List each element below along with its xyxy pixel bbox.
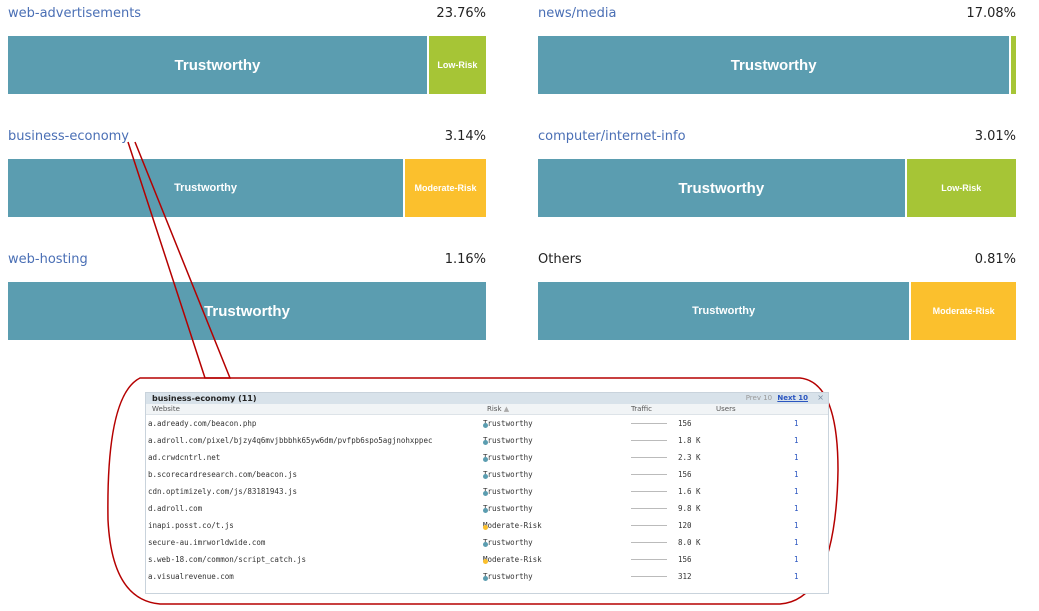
risk-dot-icon bbox=[483, 423, 488, 428]
risk-cell: Trustworthy bbox=[483, 436, 533, 445]
risk-dot-icon bbox=[483, 440, 488, 445]
risk-dot-icon bbox=[483, 474, 488, 479]
risk-dot-icon bbox=[483, 508, 488, 513]
traffic-bar bbox=[631, 542, 667, 543]
table-body: a.adready.com/beacon.php Trustworthy 156 1 a… bbox=[146, 415, 828, 585]
detail-panel: business-economy (11) Prev 10 Next 10 × … bbox=[145, 392, 829, 594]
traffic-cell: 156 bbox=[678, 470, 692, 479]
risk-cell: Trustworthy bbox=[483, 453, 533, 462]
website-cell: inapi.posst.co/t.js bbox=[148, 521, 234, 530]
table-row[interactable]: a.visualrevenue.com Trustworthy 312 1 bbox=[146, 568, 828, 585]
traffic-cell: 156 bbox=[678, 555, 692, 564]
traffic-bar bbox=[631, 423, 667, 424]
risk-dot-icon bbox=[483, 457, 488, 462]
sort-up-icon: ▲ bbox=[503, 405, 510, 413]
risk-dot-icon bbox=[483, 491, 488, 496]
risk-cell: Trustworthy bbox=[483, 419, 533, 428]
traffic-bar bbox=[631, 576, 667, 577]
traffic-bar bbox=[631, 491, 667, 492]
traffic-cell: 156 bbox=[678, 419, 692, 428]
next-button[interactable]: Next 10 bbox=[777, 394, 808, 402]
traffic-bar bbox=[631, 457, 667, 458]
website-cell: ad.crwdcntrl.net bbox=[148, 453, 221, 462]
users-cell[interactable]: 1 bbox=[794, 436, 799, 445]
table-row[interactable]: cdn.optimizely.com/js/83181943.js Trustwo… bbox=[146, 483, 828, 500]
risk-cell: Moderate-Risk bbox=[483, 521, 542, 530]
website-cell: s.web-18.com/common/script_catch.js bbox=[148, 555, 307, 564]
traffic-cell: 8.0 K bbox=[678, 538, 701, 547]
website-cell: a.visualrevenue.com bbox=[148, 572, 234, 581]
close-icon[interactable]: × bbox=[817, 393, 824, 402]
risk-label: Trustworthy bbox=[483, 470, 533, 479]
risk-dot-icon bbox=[483, 525, 488, 530]
traffic-cell: 120 bbox=[678, 521, 692, 530]
website-cell: secure-au.imrworldwide.com bbox=[148, 538, 266, 547]
users-cell[interactable]: 1 bbox=[794, 538, 799, 547]
table-row[interactable]: inapi.posst.co/t.js Moderate-Risk 120 1 bbox=[146, 517, 828, 534]
website-cell: b.scorecardresearch.com/beacon.js bbox=[148, 470, 298, 479]
risk-cell: Trustworthy bbox=[483, 470, 533, 479]
col-website[interactable]: Website bbox=[152, 405, 180, 413]
risk-label: Moderate-Risk bbox=[483, 521, 542, 530]
table-row[interactable]: b.scorecardresearch.com/beacon.js Trustwo… bbox=[146, 466, 828, 483]
users-cell[interactable]: 1 bbox=[794, 504, 799, 513]
prev-button[interactable]: Prev 10 bbox=[746, 394, 772, 402]
risk-cell: Trustworthy bbox=[483, 504, 533, 513]
traffic-bar bbox=[631, 508, 667, 509]
users-cell[interactable]: 1 bbox=[794, 521, 799, 530]
risk-label: Trustworthy bbox=[483, 487, 533, 496]
table-row[interactable]: d.adroll.com Trustworthy 9.8 K 1 bbox=[146, 500, 828, 517]
risk-label: Trustworthy bbox=[483, 572, 533, 581]
users-cell[interactable]: 1 bbox=[794, 555, 799, 564]
traffic-cell: 9.8 K bbox=[678, 504, 701, 513]
users-cell[interactable]: 1 bbox=[794, 470, 799, 479]
col-users[interactable]: Users bbox=[716, 405, 736, 413]
risk-label: Trustworthy bbox=[483, 436, 533, 445]
website-cell: a.adready.com/beacon.php bbox=[148, 419, 257, 428]
traffic-bar bbox=[631, 474, 667, 475]
table-row[interactable]: a.adready.com/beacon.php Trustworthy 156 1 bbox=[146, 415, 828, 432]
traffic-bar bbox=[631, 525, 667, 526]
website-cell: a.adroll.com/pixel/bjzy4q6mvjbbbhk65yw6d… bbox=[148, 436, 433, 445]
traffic-bar bbox=[631, 440, 667, 441]
risk-label: Moderate-Risk bbox=[483, 555, 542, 564]
risk-dot-icon bbox=[483, 559, 488, 564]
traffic-cell: 312 bbox=[678, 572, 692, 581]
users-cell[interactable]: 1 bbox=[794, 487, 799, 496]
users-cell[interactable]: 1 bbox=[794, 419, 799, 428]
users-cell[interactable]: 1 bbox=[794, 572, 799, 581]
col-risk[interactable]: Risk ▲ bbox=[487, 405, 509, 413]
risk-label: Trustworthy bbox=[483, 419, 533, 428]
risk-label: Trustworthy bbox=[483, 504, 533, 513]
table-row[interactable]: s.web-18.com/common/script_catch.js Moder… bbox=[146, 551, 828, 568]
risk-label: Trustworthy bbox=[483, 538, 533, 547]
users-cell[interactable]: 1 bbox=[794, 453, 799, 462]
column-headers: Website Risk ▲ Traffic Users bbox=[146, 404, 828, 415]
risk-cell: Trustworthy bbox=[483, 572, 533, 581]
traffic-cell: 2.3 K bbox=[678, 453, 701, 462]
risk-cell: Trustworthy bbox=[483, 538, 533, 547]
risk-cell: Moderate-Risk bbox=[483, 555, 542, 564]
col-risk-label: Risk bbox=[487, 405, 502, 413]
risk-cell: Trustworthy bbox=[483, 487, 533, 496]
risk-dot-icon bbox=[483, 542, 488, 547]
traffic-cell: 1.8 K bbox=[678, 436, 701, 445]
panel-title: business-economy (11) bbox=[152, 394, 257, 403]
website-cell: cdn.optimizely.com/js/83181943.js bbox=[148, 487, 298, 496]
callout-pointer bbox=[127, 141, 232, 379]
traffic-cell: 1.6 K bbox=[678, 487, 701, 496]
risk-dot-icon bbox=[483, 576, 488, 581]
table-row[interactable]: secure-au.imrworldwide.com Trustworthy 8.0… bbox=[146, 534, 828, 551]
pagination: Prev 10 Next 10 bbox=[746, 394, 808, 402]
traffic-bar bbox=[631, 559, 667, 560]
table-row[interactable]: ad.crwdcntrl.net Trustworthy 2.3 K 1 bbox=[146, 449, 828, 466]
risk-label: Trustworthy bbox=[483, 453, 533, 462]
table-row[interactable]: a.adroll.com/pixel/bjzy4q6mvjbbbhk65yw6d… bbox=[146, 432, 828, 449]
website-cell: d.adroll.com bbox=[148, 504, 203, 513]
col-traffic[interactable]: Traffic bbox=[631, 405, 652, 413]
panel-header: business-economy (11) Prev 10 Next 10 × bbox=[146, 393, 828, 404]
